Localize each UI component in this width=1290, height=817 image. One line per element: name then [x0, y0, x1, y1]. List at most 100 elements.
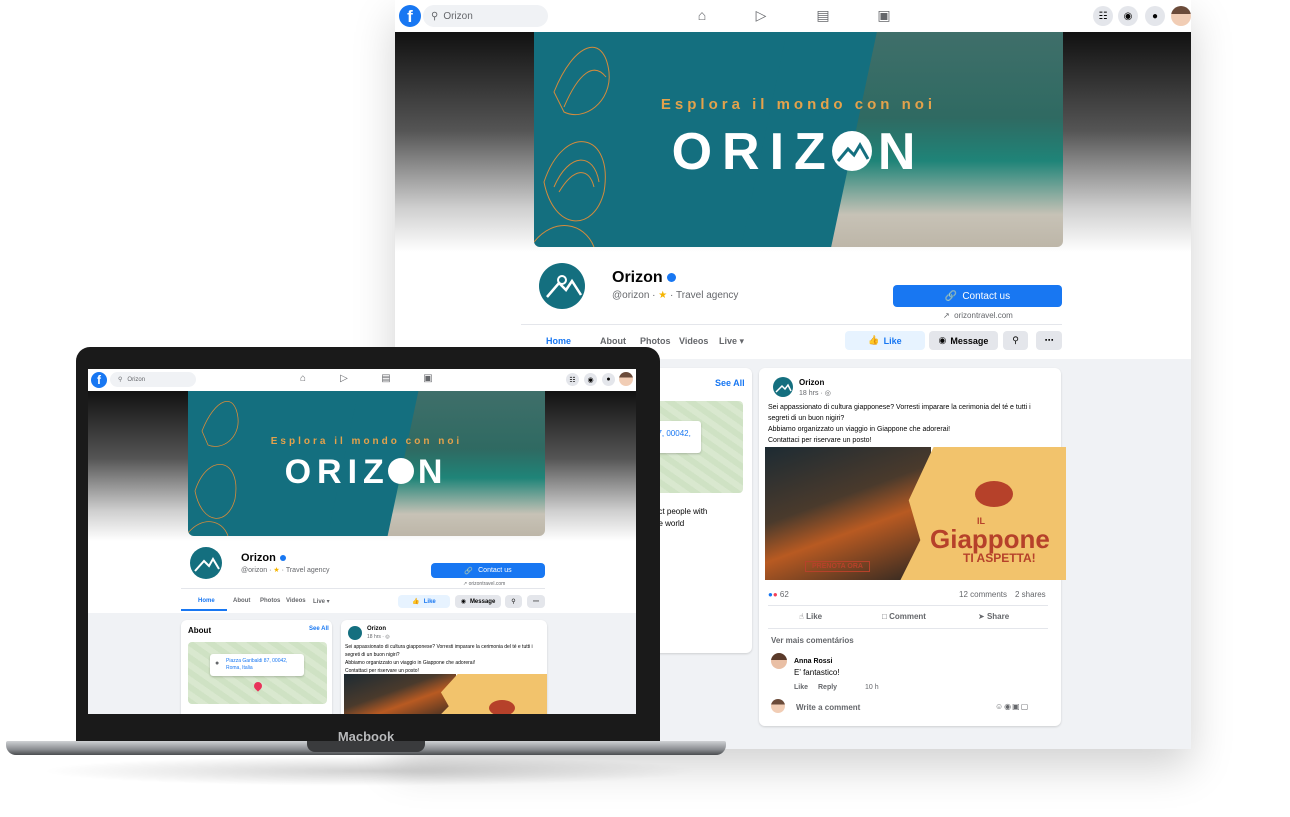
post-timestamp: 18 hrs · ◎	[367, 634, 390, 640]
comment-tools[interactable]: ☺◉▣▢	[995, 702, 1029, 711]
messenger-icon: ◉	[938, 335, 947, 345]
more-options-button[interactable]: ⋯	[527, 595, 545, 608]
more-dots-icon: ⋯	[1044, 335, 1054, 345]
share-icon: ➤	[978, 612, 985, 621]
thumbs-up-icon: ☝	[799, 612, 804, 621]
search-text: Orizon	[443, 10, 473, 22]
website-link[interactable]: ↗ orizontravel.com	[943, 311, 1013, 320]
search-icon: ⚲	[118, 377, 123, 383]
tab-home[interactable]: Home	[198, 598, 215, 604]
shares-count[interactable]: 2 shares	[1015, 590, 1046, 599]
about-title: About	[188, 626, 212, 635]
location-map[interactable]: 87, 00042,	[649, 401, 743, 493]
external-link-icon: ↗	[463, 581, 468, 587]
page-header: Orizon @orizon · ★ · Travel agency 🔗 Cont…	[395, 252, 1191, 359]
tab-videos[interactable]: Videos	[286, 598, 306, 604]
post-author-name[interactable]: Orizon	[799, 378, 824, 387]
comment-action-button[interactable]: □ Comment	[882, 612, 926, 621]
groups-icon[interactable]: ▣	[875, 7, 893, 24]
message-button[interactable]: ◉ Message	[455, 595, 501, 608]
tab-live[interactable]: Live ▾	[719, 336, 744, 347]
tab-about[interactable]: About	[600, 336, 626, 346]
tab-photos[interactable]: Photos	[260, 598, 280, 604]
message-button[interactable]: ◉ Message	[929, 331, 998, 350]
like-page-button[interactable]: 👍 Like	[398, 595, 450, 608]
messenger-icon[interactable]: ◉	[1118, 6, 1138, 26]
notifications-icon[interactable]: ●	[1145, 6, 1165, 26]
laptop-search-bar[interactable]: ⚲ Orizon	[110, 372, 196, 387]
globe-icon: ◎	[824, 390, 831, 397]
post-image[interactable]: IL Giappone TI ASPETTA! PRENOTA ORA	[765, 447, 1066, 580]
map-pin-icon	[252, 680, 264, 692]
user-avatar[interactable]	[619, 372, 633, 386]
post-image[interactable]	[344, 674, 547, 714]
more-comments-link[interactable]: Ver mais comentários	[771, 636, 854, 645]
comment-time: 10 h	[865, 684, 879, 691]
messenger-icon[interactable]: ◉	[584, 373, 597, 386]
comments-count[interactable]: 12 comments	[959, 590, 1007, 599]
reactions-summary[interactable]: ●● 62	[768, 590, 789, 599]
see-all-link[interactable]: See All	[715, 378, 745, 388]
commenter-avatar[interactable]	[771, 653, 787, 669]
share-action-button[interactable]: ➤ Share	[978, 612, 1009, 621]
comment-reply-link[interactable]: Reply	[818, 684, 837, 691]
menu-grid-icon[interactable]: ☷	[566, 373, 579, 386]
home-icon[interactable]: ⌂	[294, 373, 312, 384]
comment-text: E' fantastico!	[794, 668, 840, 677]
cover-photo[interactable]: Esplora il mondo con noi ORIZ N	[534, 32, 1063, 247]
post-text: Sei appassionato di cultura giapponese? …	[768, 404, 1031, 444]
post-author-avatar[interactable]	[773, 377, 793, 397]
search-bar[interactable]: ⚲ Orizon	[423, 5, 548, 27]
see-all-link[interactable]: See All	[309, 626, 329, 632]
comment-like-link[interactable]: Like	[794, 684, 808, 691]
home-icon[interactable]: ⌂	[693, 7, 711, 23]
marketplace-icon[interactable]: ▤	[377, 373, 395, 384]
map-address: ● Piazza Garibaldi 87, 00042, Roma, Itali…	[210, 654, 304, 676]
laptop-screen: f ⚲ Orizon ⌂ ▷ ▤ ▣ ☷ ◉ ● Esplora il mondo…	[88, 369, 636, 714]
video-icon[interactable]: ▷	[752, 7, 770, 24]
page-profile-picture[interactable]	[534, 258, 590, 314]
search-icon: ⚲	[511, 599, 516, 605]
laptop-top-navigation-bar: f ⚲ Orizon ⌂ ▷ ▤ ▣ ☷ ◉ ●	[88, 369, 636, 392]
comment-icon: □	[882, 612, 887, 621]
video-icon[interactable]: ▷	[335, 373, 353, 384]
search-page-button[interactable]: ⚲	[1003, 331, 1028, 350]
menu-grid-icon[interactable]: ☷	[1093, 6, 1113, 26]
marketplace-icon[interactable]: ▤	[814, 7, 832, 24]
star-icon: ★	[658, 290, 668, 301]
sticker-icon: ▢	[1020, 702, 1030, 711]
top-navigation-bar: f ⚲ Orizon ⌂ ▷ ▤ ▣ ☷ ◉ ●	[395, 0, 1191, 33]
tab-videos[interactable]: Videos	[679, 336, 708, 346]
write-comment-input[interactable]: Write a comment	[796, 703, 860, 712]
post-card: Orizon 18 hrs · ◎ Sei appassionato di cu…	[759, 368, 1066, 726]
like-action-button[interactable]: ☝ Like	[799, 612, 822, 621]
globe-icon: ◎	[385, 634, 390, 640]
facebook-logo-icon[interactable]: f	[399, 5, 421, 27]
tab-live[interactable]: Live ▾	[313, 598, 330, 605]
tab-photos[interactable]: Photos	[640, 336, 671, 346]
post-author-name[interactable]: Orizon	[367, 626, 386, 632]
groups-icon[interactable]: ▣	[419, 373, 437, 384]
more-options-button[interactable]: ⋯	[1036, 331, 1062, 350]
post-text: Sei appassionato di cultura giapponese? …	[345, 644, 533, 674]
laptop-cover-photo[interactable]: Esplora il mondo con noi ORIZ N	[188, 391, 545, 536]
comment-author[interactable]: Anna Rossi	[794, 658, 833, 665]
logo-mountain-icon	[831, 131, 872, 171]
contact-us-button[interactable]: 🔗 Contact us	[431, 563, 545, 578]
notifications-icon[interactable]: ●	[602, 373, 615, 386]
page-profile-picture[interactable]	[190, 547, 222, 579]
like-page-button[interactable]: 👍 Like	[845, 331, 925, 350]
logo-mountain-icon	[387, 458, 414, 484]
tab-home[interactable]: Home	[546, 336, 571, 346]
link-icon: 🔗	[464, 567, 474, 575]
post-author-avatar[interactable]	[348, 626, 362, 640]
user-avatar[interactable]	[1171, 6, 1191, 26]
cover-tagline: Esplora il mondo con noi	[660, 96, 937, 113]
tab-about[interactable]: About	[233, 598, 250, 604]
contact-us-button[interactable]: 🔗 Contact us	[893, 285, 1062, 307]
external-link-icon: ↗	[943, 311, 950, 320]
facebook-logo-icon[interactable]: f	[91, 372, 107, 388]
website-link[interactable]: ↗ orizontravel.com	[463, 581, 505, 587]
search-page-button[interactable]: ⚲	[505, 595, 522, 608]
location-map[interactable]: ● Piazza Garibaldi 87, 00042, Roma, Itali…	[188, 642, 327, 704]
